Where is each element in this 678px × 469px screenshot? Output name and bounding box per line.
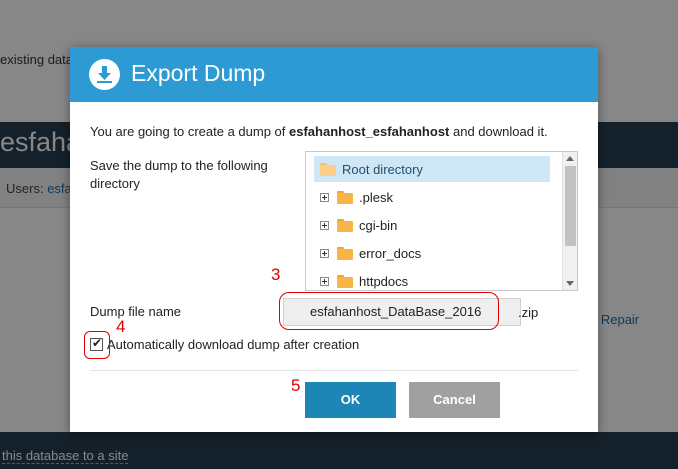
folder-icon: [337, 218, 353, 232]
auto-download-label: Automatically download dump after creati…: [107, 337, 360, 352]
expand-icon[interactable]: [320, 220, 329, 230]
annotation-ring-dump-name: [279, 292, 499, 330]
scroll-up-icon[interactable]: [566, 156, 574, 161]
intro-database-name: esfahanhost_esfahanhost: [289, 124, 450, 139]
folder-icon: [337, 274, 353, 288]
tree-item-label: Root directory: [342, 161, 423, 177]
annotation-ring-checkbox: [84, 331, 110, 359]
auto-download-row: ✔ Automatically download dump after crea…: [90, 336, 360, 352]
scroll-down-icon[interactable]: [566, 281, 574, 286]
tree-item-error-docs[interactable]: error_docs: [306, 240, 563, 266]
dialog-divider: [90, 370, 578, 371]
tree-item-label: error_docs: [359, 245, 422, 261]
dump-file-extension: .zip: [518, 305, 539, 320]
dialog-title: Export Dump: [131, 60, 266, 86]
tree-item-label: httpdocs: [359, 273, 409, 289]
dialog-header: Export Dump: [70, 47, 598, 102]
expand-icon[interactable]: [320, 192, 329, 202]
expand-icon[interactable]: [320, 248, 329, 258]
annotation-number-5: 5: [291, 376, 301, 395]
tree-item-httpdocs[interactable]: httpdocs: [306, 268, 563, 290]
tree-scrollbar[interactable]: [562, 152, 577, 290]
save-directory-label: Save the dump to the following directory: [90, 158, 268, 191]
tree-item-plesk[interactable]: .plesk: [306, 184, 563, 210]
intro-suffix: and download it.: [449, 124, 548, 139]
annotation-number-4: 4: [116, 317, 126, 336]
tree-item-cgi-bin[interactable]: cgi-bin: [306, 212, 563, 238]
export-dump-dialog: Export Dump You are going to create a du…: [70, 47, 598, 432]
tree-item-root[interactable]: Root directory: [314, 156, 550, 182]
expand-icon[interactable]: [320, 276, 329, 286]
scroll-thumb[interactable]: [565, 166, 576, 246]
tree-item-label: cgi-bin: [359, 217, 398, 233]
folder-icon: [320, 162, 336, 176]
directory-tree[interactable]: Root directory .plesk cgi-bin error_docs…: [305, 151, 578, 291]
dump-file-name-label: Dump file name: [90, 304, 182, 319]
folder-icon: [337, 246, 353, 260]
download-icon: [89, 59, 120, 90]
ok-button[interactable]: OK: [305, 382, 396, 418]
dialog-intro: You are going to create a dump of esfaha…: [90, 124, 548, 139]
intro-prefix: You are going to create a dump of: [90, 124, 289, 139]
tree-item-label: .plesk: [359, 189, 393, 205]
folder-icon: [337, 190, 353, 204]
annotation-number-3: 3: [271, 265, 281, 284]
cancel-button[interactable]: Cancel: [409, 382, 500, 418]
